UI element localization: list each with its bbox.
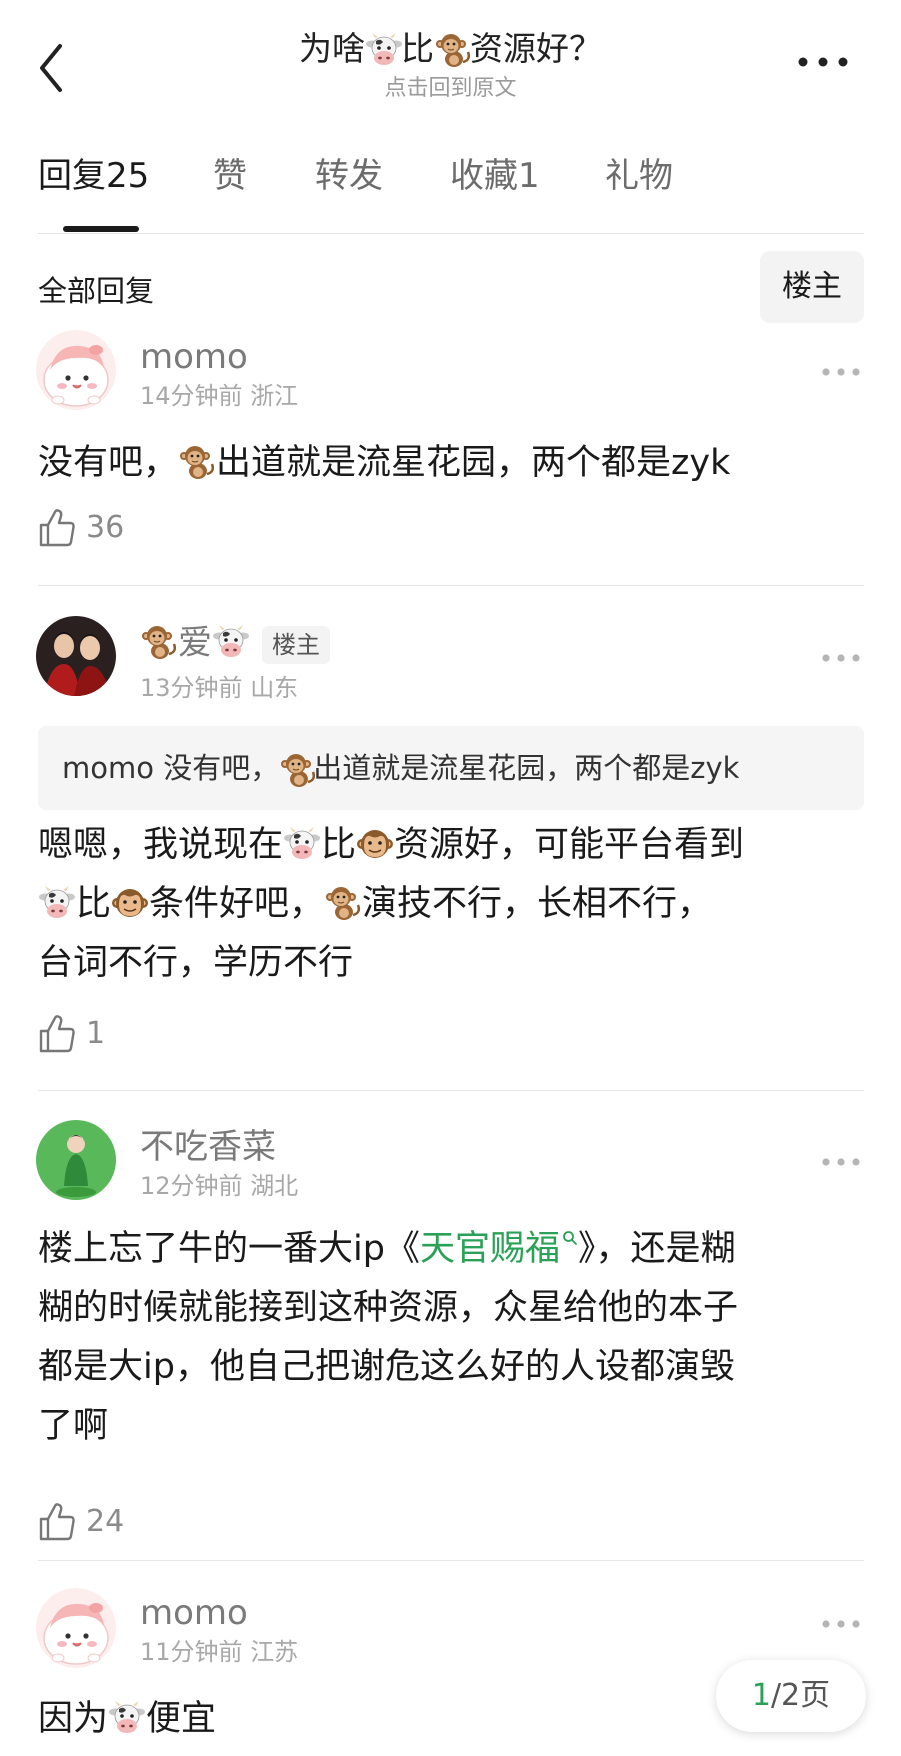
divider <box>38 585 864 586</box>
monkey-emoji <box>435 32 469 66</box>
topic-link[interactable]: 天官赐福 <box>420 1229 578 1269</box>
comment-text: 嗯嗯，我说现在比资源好，可能平台看到比条件好吧， 演技不行，长相不行， 台词不行，学… <box>38 825 745 983</box>
username[interactable]: momo <box>140 1592 248 1634</box>
avatar[interactable] <box>36 1588 116 1668</box>
thumb-up-icon <box>38 508 76 548</box>
thumb-up-icon <box>38 1502 76 1542</box>
monkey-emoji <box>179 444 215 480</box>
avatar[interactable] <box>36 330 116 410</box>
monkey-face-emoji <box>112 885 148 921</box>
more-icon[interactable] <box>821 364 861 378</box>
page-indicator[interactable]: 1/2页 <box>716 1660 866 1732</box>
op-badge: 楼主 <box>262 625 330 664</box>
title-area[interactable]: 为啥比资源好？ 点击回到原文 <box>0 26 901 104</box>
quoted-reply[interactable]: momo 没有吧， 出道就是流星花园，两个都是zyk <box>38 726 864 810</box>
monkey-emoji <box>280 752 312 784</box>
like-count: 24 <box>86 1504 125 1539</box>
cow-emoji <box>366 32 400 66</box>
comment-meta: 13分钟前 山东 <box>140 674 299 702</box>
thumb-up-icon <box>38 1014 76 1054</box>
divider <box>38 1090 864 1091</box>
divider <box>38 1560 864 1561</box>
monkey-emoji <box>325 885 361 921</box>
more-icon[interactable] <box>821 1154 861 1168</box>
username[interactable]: 不吃香菜 <box>140 1126 276 1168</box>
tab-favorites[interactable]: 收藏1 <box>450 154 540 198</box>
tab-gifts[interactable]: 礼物 <box>605 154 673 198</box>
comment-meta: 14分钟前 浙江 <box>140 382 299 410</box>
tab-reposts[interactable]: 转发 <box>315 154 383 198</box>
like-count: 1 <box>86 1016 106 1051</box>
more-icon[interactable] <box>795 50 851 74</box>
comment-meta: 11分钟前 江苏 <box>140 1638 299 1666</box>
cow-emoji <box>39 885 75 921</box>
more-icon[interactable] <box>821 650 861 664</box>
tab-replies[interactable]: 回复25 <box>38 154 149 198</box>
back-to-post-link[interactable]: 点击回到原文 <box>0 74 901 104</box>
owner-only-filter-button[interactable]: 楼主 <box>760 251 864 323</box>
cow-emoji <box>109 1700 145 1736</box>
search-icon <box>563 1231 577 1245</box>
monkey-face-emoji <box>357 826 393 862</box>
section-title: 全部回复 <box>38 274 155 308</box>
like-count: 36 <box>86 510 125 545</box>
username[interactable]: 爱楼主 <box>140 622 330 664</box>
tab-likes[interactable]: 赞 <box>213 154 247 198</box>
post-title: 为啥比资源好？ <box>299 29 602 68</box>
top-bar: 为啥比资源好？ 点击回到原文 <box>0 0 901 110</box>
comment-text: 楼上忘了牛的一番大ip《天官赐福 》，还是糊 糊的时候就能接到这种资源，众星给他的本… <box>38 1229 739 1446</box>
cow-emoji <box>213 624 249 660</box>
tab-divider <box>38 233 864 234</box>
cow-emoji <box>284 826 320 862</box>
avatar[interactable] <box>36 616 116 696</box>
avatar[interactable] <box>36 1120 116 1200</box>
active-tab-indicator <box>63 226 139 232</box>
monkey-emoji <box>141 624 177 660</box>
tab-bar: 回复25 赞 转发 收藏1 礼物 <box>38 148 864 238</box>
username[interactable]: momo <box>140 336 248 378</box>
more-icon[interactable] <box>821 1616 861 1630</box>
comment-text: 没有吧， 出道就是流星花园，两个都是zyk <box>38 443 731 483</box>
comment-meta: 12分钟前 湖北 <box>140 1172 299 1200</box>
comment-text: 因为 便宜 <box>38 1699 217 1739</box>
